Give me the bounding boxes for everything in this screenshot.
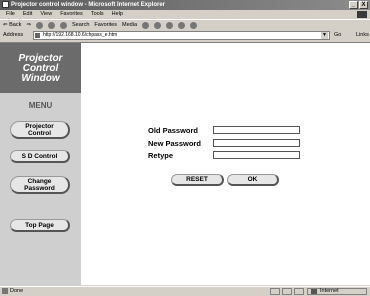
- old-password-input[interactable]: [213, 126, 300, 134]
- page-icon: [35, 33, 40, 38]
- window-title: Projector control window - Microsoft Int…: [11, 2, 166, 8]
- new-password-input[interactable]: [213, 139, 300, 147]
- projector-control-button[interactable]: Projector Control: [10, 121, 70, 139]
- address-url: http://192.168.10.6/chpass_e.htm: [43, 32, 118, 38]
- menu-bar: File Edit View Favorites Tools Help: [0, 10, 370, 19]
- title-bar: Projector control window - Microsoft Int…: [0, 0, 370, 10]
- menu-tools[interactable]: Tools: [91, 10, 104, 19]
- top-page-button[interactable]: Top Page: [10, 219, 70, 232]
- media-button[interactable]: Media: [122, 20, 137, 30]
- change-password-button[interactable]: Change Password: [10, 176, 70, 194]
- refresh-icon[interactable]: [47, 22, 55, 29]
- address-label: Address: [3, 32, 24, 38]
- menu-help[interactable]: Help: [112, 10, 123, 19]
- change-password-label-2: Password: [24, 184, 55, 192]
- projector-control-label-1: Projector: [25, 122, 54, 130]
- close-button[interactable]: X: [359, 1, 368, 9]
- minimize-button[interactable]: _: [349, 1, 358, 9]
- address-input[interactable]: http://192.168.10.6/chpass_e.htm ▼: [33, 31, 330, 40]
- stop-icon[interactable]: [35, 22, 43, 29]
- print-icon[interactable]: [166, 22, 174, 29]
- status-text: Done: [10, 288, 24, 294]
- history-icon[interactable]: [142, 22, 150, 29]
- page-content: Projector Control Window MENU Projector …: [0, 42, 370, 286]
- status-segment: [294, 288, 304, 295]
- messenger-icon[interactable]: [190, 22, 198, 29]
- zone-text: Internet: [320, 288, 339, 294]
- menu-view[interactable]: View: [40, 10, 52, 19]
- toolbar: ⇐ Back ⇒ Search Favorites Media: [0, 19, 370, 30]
- old-password-label: Old Password: [148, 126, 199, 135]
- globe-icon: [311, 289, 317, 294]
- new-password-label: New Password: [148, 139, 201, 148]
- favorites-button[interactable]: Favorites: [94, 20, 117, 30]
- address-bar: Address http://192.168.10.6/chpass_e.htm…: [0, 30, 370, 41]
- retype-input[interactable]: [213, 151, 300, 159]
- top-page-label: Top Page: [25, 221, 54, 229]
- windows-logo-icon: [357, 11, 367, 18]
- ie-icon: [2, 1, 9, 8]
- status-segment: [270, 288, 280, 295]
- security-zone: Internet: [307, 288, 367, 295]
- retype-label: Retype: [148, 151, 174, 160]
- search-button[interactable]: Search: [72, 20, 89, 30]
- menu-edit[interactable]: Edit: [23, 10, 32, 19]
- logo-line-3: Window: [21, 73, 60, 84]
- projector-control-label-2: Control: [27, 129, 52, 137]
- home-icon[interactable]: [59, 22, 67, 29]
- status-segment: [282, 288, 292, 295]
- back-button[interactable]: ⇐ Back: [3, 20, 21, 30]
- status-bar: Done Internet: [0, 286, 370, 295]
- sd-control-label: S D Control: [21, 152, 58, 160]
- sd-control-button[interactable]: S D Control: [10, 150, 70, 163]
- edit-icon[interactable]: [178, 22, 186, 29]
- sidebar: Projector Control Window MENU Projector …: [0, 43, 81, 286]
- reset-button[interactable]: RESET: [171, 174, 224, 186]
- menu-heading: MENU: [28, 101, 53, 110]
- go-button[interactable]: Go: [334, 30, 341, 41]
- change-password-label-1: Change: [27, 177, 52, 185]
- menu-file[interactable]: File: [6, 10, 15, 19]
- ok-button[interactable]: OK: [227, 174, 279, 186]
- address-dropdown-icon[interactable]: ▼: [321, 32, 328, 39]
- projector-control-window-logo: Projector Control Window: [0, 43, 81, 93]
- mail-icon[interactable]: [154, 22, 162, 29]
- menu-favorites[interactable]: Favorites: [60, 10, 83, 19]
- forward-button[interactable]: ⇒: [26, 20, 31, 30]
- page-done-icon: [2, 288, 8, 294]
- links-button[interactable]: Links: [356, 30, 369, 41]
